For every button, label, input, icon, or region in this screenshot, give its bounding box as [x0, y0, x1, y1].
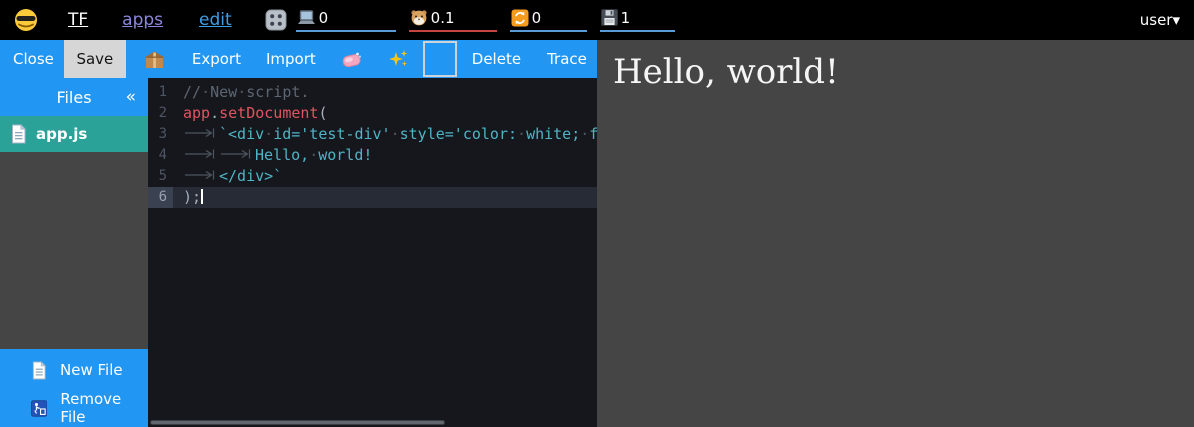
- files-sidebar: Files « app.js N: [0, 78, 148, 427]
- line-number: 2: [148, 103, 173, 124]
- new-file-button[interactable]: New File: [0, 351, 148, 389]
- stat-value: 0: [532, 9, 542, 27]
- line-number: 5: [148, 166, 173, 187]
- code-editor[interactable]: 1//·New·script.2app.setDocument(3`<div·i…: [148, 78, 597, 427]
- collapse-sidebar-button[interactable]: «: [126, 78, 136, 116]
- edit-link[interactable]: edit: [199, 10, 232, 30]
- package-button[interactable]: [144, 50, 165, 69]
- code-line[interactable]: 5</div>`: [148, 166, 597, 187]
- stat-loops[interactable]: 0: [510, 9, 587, 32]
- code-text: `<div·id='test-div'·style='color:·white;…: [173, 124, 597, 145]
- code-text: );: [173, 187, 597, 208]
- stat-cpu[interactable]: 0.1: [409, 9, 497, 32]
- floppy-icon: [601, 9, 618, 26]
- app-preview-pane: Hello, world!: [597, 40, 1194, 427]
- preview-hello-text: Hello, world!: [613, 52, 1178, 92]
- sparkles-button[interactable]: [388, 49, 409, 69]
- trace-button[interactable]: Trace: [547, 50, 587, 68]
- export-button[interactable]: Export: [192, 50, 241, 68]
- main-region: Close Save Export Import: [0, 40, 1194, 427]
- smiley-sunglasses-icon[interactable]: [14, 8, 38, 32]
- litter-bin-icon: [31, 400, 47, 417]
- delete-button[interactable]: Delete: [472, 50, 521, 68]
- editor-toolbar: Close Save Export Import: [0, 40, 597, 78]
- repeat-icon: [511, 9, 529, 27]
- code-line[interactable]: 6);: [148, 187, 597, 208]
- user-menu[interactable]: user▾: [1140, 11, 1180, 29]
- text-cursor: [201, 189, 203, 204]
- sparkles-icon: [388, 49, 409, 69]
- stat-value: 0.1: [431, 9, 455, 27]
- remove-file-button[interactable]: Remove File: [0, 389, 148, 427]
- top-bar: TF apps edit 0 0.1: [0, 0, 1194, 40]
- code-line[interactable]: 4Hello,·world!: [148, 145, 597, 166]
- soap-button[interactable]: [341, 51, 362, 68]
- code-text: //·New·script.: [173, 82, 597, 103]
- sidebar-empty-area: [0, 152, 148, 349]
- dice-icon[interactable]: [265, 9, 287, 31]
- stat-value: 0: [319, 9, 329, 27]
- save-button[interactable]: Save: [64, 40, 126, 78]
- code-line[interactable]: 2app.setDocument(: [148, 103, 597, 124]
- code-lines: 1//·New·script.2app.setDocument(3`<div·i…: [148, 82, 597, 208]
- line-number: 4: [148, 145, 173, 166]
- new-file-icon: [31, 361, 47, 380]
- remove-file-label: Remove File: [60, 390, 148, 426]
- hamster-icon: [410, 9, 428, 26]
- close-button[interactable]: Close: [13, 50, 54, 68]
- code-text: app.setDocument(: [173, 103, 597, 124]
- code-line[interactable]: 3`<div·id='test-div'·style='color:·white…: [148, 124, 597, 145]
- files-header: Files «: [0, 78, 148, 116]
- laptop-icon: [297, 10, 316, 26]
- apps-link[interactable]: apps: [122, 10, 163, 30]
- new-file-label: New File: [60, 361, 123, 379]
- sidebar-actions: New File Remove File: [0, 349, 148, 427]
- files-title: Files: [56, 88, 91, 107]
- line-number: 1: [148, 82, 173, 103]
- brand-link[interactable]: TF: [68, 10, 88, 30]
- stat-value: 1: [621, 9, 631, 27]
- stat-saves[interactable]: 1: [600, 9, 675, 32]
- file-item-appjs[interactable]: app.js: [0, 116, 148, 152]
- file-icon: [10, 124, 27, 144]
- code-text: Hello,·world!: [173, 145, 597, 166]
- code-line[interactable]: 1//·New·script.: [148, 82, 597, 103]
- package-icon: [144, 50, 165, 69]
- line-number: 3: [148, 124, 173, 145]
- line-number: 6: [148, 187, 173, 208]
- blank-button[interactable]: [423, 41, 457, 77]
- code-text: </div>`: [173, 166, 597, 187]
- file-name: app.js: [36, 125, 87, 143]
- stat-counters: 0 0.1 0: [296, 9, 688, 32]
- soap-icon: [341, 51, 362, 68]
- stat-sessions[interactable]: 0: [296, 9, 396, 32]
- horizontal-scrollbar[interactable]: [150, 420, 445, 425]
- import-button[interactable]: Import: [266, 50, 316, 68]
